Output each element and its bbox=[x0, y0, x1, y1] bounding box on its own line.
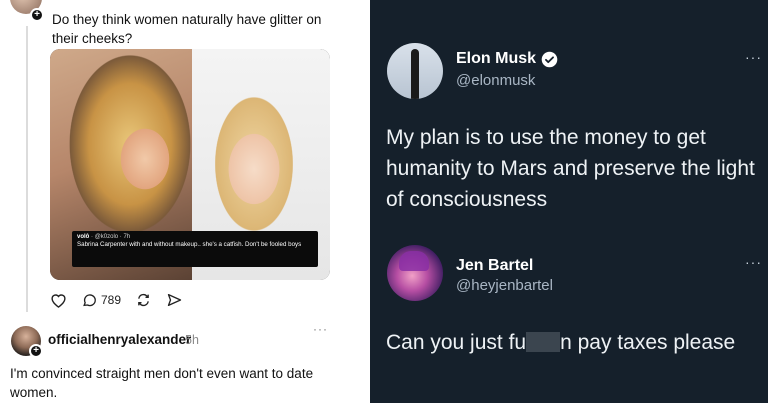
quoted-text: Sabrina Carpenter with and without makeu… bbox=[77, 241, 302, 248]
comment-icon bbox=[83, 294, 96, 307]
quoted-handle: @k0zolo bbox=[94, 234, 119, 240]
threads-panel: + Do they think women naturally have gli… bbox=[0, 0, 370, 403]
quoted-tweet-overlay: volô · @k0zolo · 7h Sabrina Carpenter wi… bbox=[72, 231, 318, 267]
tweet-text: Can you just fu n pay taxes please bbox=[386, 329, 766, 357]
more-options-icon[interactable]: ··· bbox=[313, 322, 328, 336]
reply-button[interactable]: 789 bbox=[81, 292, 121, 308]
heart-icon bbox=[51, 294, 66, 308]
author-name-text: Elon Musk bbox=[456, 50, 537, 67]
quoted-author: volô bbox=[77, 234, 90, 240]
tweet-text-part: Can you just fu bbox=[386, 331, 527, 354]
post-text: Do they think women naturally have glitt… bbox=[52, 12, 322, 46]
share-button[interactable] bbox=[166, 292, 183, 308]
tweet-author-handle[interactable]: @heyjenbartel bbox=[456, 277, 553, 294]
quoted-tweet-meta: volô · @k0zolo · 7h bbox=[77, 234, 131, 240]
post-text: I'm convinced straight men don't even wa… bbox=[10, 366, 314, 400]
censor-bar bbox=[526, 332, 561, 352]
send-icon bbox=[167, 294, 182, 306]
avatar[interactable] bbox=[387, 245, 443, 301]
tweet-author-handle[interactable]: @elonmusk bbox=[456, 72, 535, 89]
tweet-author-name[interactable]: Jen Bartel bbox=[456, 257, 533, 275]
tweet-text: My plan is to use the money to get human… bbox=[386, 126, 755, 211]
verified-badge-icon bbox=[541, 51, 558, 67]
follow-plus-icon[interactable]: + bbox=[29, 344, 43, 358]
more-options-icon[interactable]: ··· bbox=[745, 49, 762, 65]
tweet-author-name[interactable]: Elon Musk bbox=[456, 50, 558, 68]
post-actions: 789 bbox=[50, 291, 183, 309]
more-options-icon[interactable]: ··· bbox=[745, 254, 762, 270]
tweet-text-part: n pay taxes please bbox=[560, 331, 736, 354]
post-username[interactable]: officialhenryalexander bbox=[48, 332, 191, 347]
thread-connector-line bbox=[26, 26, 28, 312]
follow-plus-icon[interactable]: + bbox=[30, 8, 44, 22]
avatar[interactable] bbox=[387, 43, 443, 99]
post-time: 5h bbox=[185, 333, 199, 347]
reply-count: 789 bbox=[101, 293, 122, 307]
quoted-time: 7h bbox=[123, 234, 131, 240]
post-image[interactable]: volô · @k0zolo · 7h Sabrina Carpenter wi… bbox=[50, 49, 330, 280]
repost-button[interactable] bbox=[135, 292, 152, 308]
repost-icon bbox=[138, 293, 149, 307]
like-button[interactable] bbox=[50, 292, 67, 308]
tweets-panel: Elon Musk @elonmusk ··· My plan is to us… bbox=[370, 0, 768, 403]
rocket-image bbox=[411, 49, 419, 99]
